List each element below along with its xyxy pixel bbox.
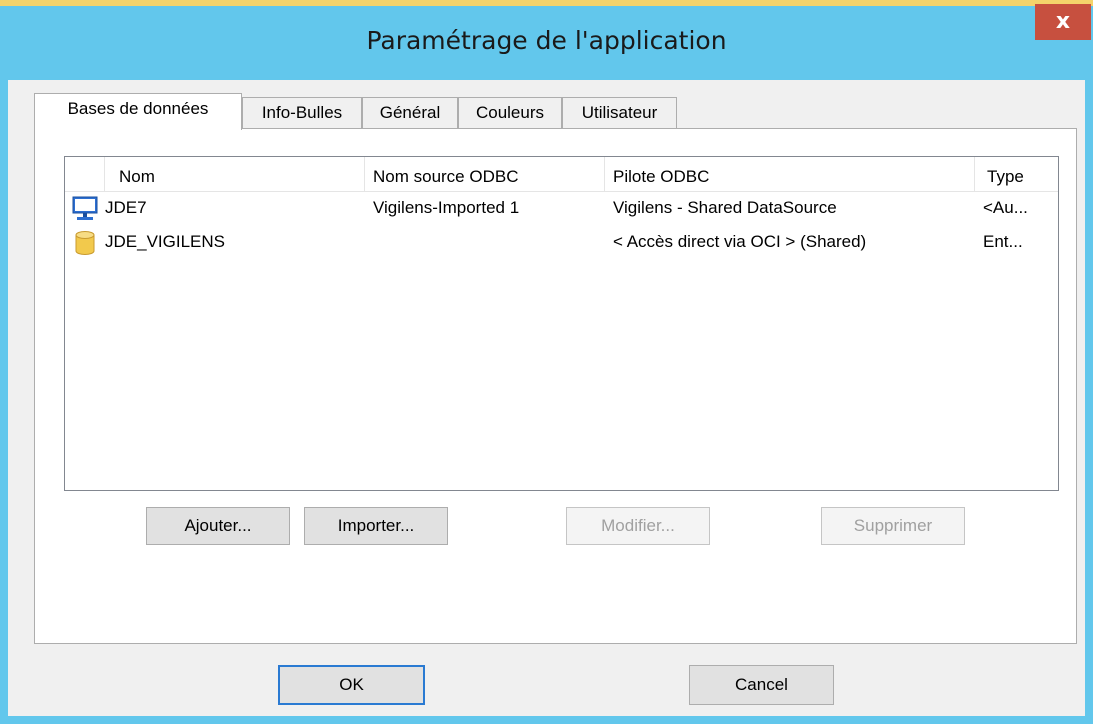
- window-title: Paramétrage de l'application: [366, 26, 727, 55]
- column-header-type[interactable]: Type: [975, 157, 1058, 191]
- row-name: JDE7: [105, 198, 147, 217]
- column-header-odbc-source[interactable]: Nom source ODBC: [365, 157, 605, 191]
- import-button[interactable]: Importer...: [304, 507, 448, 545]
- column-header-nom[interactable]: Nom: [105, 157, 365, 191]
- column-header-icon[interactable]: [65, 157, 105, 191]
- computer-icon: [72, 196, 98, 220]
- row-type: Ent...: [983, 232, 1023, 251]
- database-icon: [75, 231, 95, 255]
- modify-button[interactable]: Modifier...: [566, 507, 710, 545]
- row-name: JDE_VIGILENS: [105, 232, 225, 251]
- ok-button[interactable]: OK: [278, 665, 425, 705]
- dialog-client-area: Bases de données Info-Bulles Général Cou…: [8, 80, 1085, 716]
- list-header: Nom Nom source ODBC Pilote ODBC Type: [65, 157, 1058, 192]
- column-header-pilote[interactable]: Pilote ODBC: [605, 157, 975, 191]
- dialog-window: Paramétrage de l'application x Bases de …: [0, 0, 1093, 724]
- cancel-button[interactable]: Cancel: [689, 665, 834, 705]
- delete-button[interactable]: Supprimer: [821, 507, 965, 545]
- tab-panel-bases-de-donnees: Nom Nom source ODBC Pilote ODBC Type JDE…: [34, 128, 1077, 644]
- tab-info-bulles[interactable]: Info-Bulles: [242, 97, 362, 128]
- tab-bases-de-donnees[interactable]: Bases de données: [34, 93, 242, 130]
- list-item[interactable]: JDE_VIGILENS < Accès direct via OCI > (S…: [65, 225, 1058, 259]
- row-driver: Vigilens - Shared DataSource: [613, 198, 837, 217]
- tab-general[interactable]: Général: [362, 97, 458, 128]
- row-type: <Au...: [983, 198, 1028, 217]
- row-driver: < Accès direct via OCI > (Shared): [613, 232, 867, 251]
- title-bar[interactable]: Paramétrage de l'application: [0, 6, 1093, 80]
- close-button[interactable]: x: [1035, 4, 1091, 40]
- database-list[interactable]: Nom Nom source ODBC Pilote ODBC Type JDE…: [64, 156, 1059, 491]
- tab-couleurs[interactable]: Couleurs: [458, 97, 562, 128]
- row-odbc-source: Vigilens-Imported 1: [373, 198, 520, 217]
- list-item[interactable]: JDE7 Vigilens-Imported 1 Vigilens - Shar…: [65, 191, 1058, 225]
- row-odbc-source: [373, 225, 601, 259]
- add-button[interactable]: Ajouter...: [146, 507, 290, 545]
- tab-utilisateur[interactable]: Utilisateur: [562, 97, 677, 128]
